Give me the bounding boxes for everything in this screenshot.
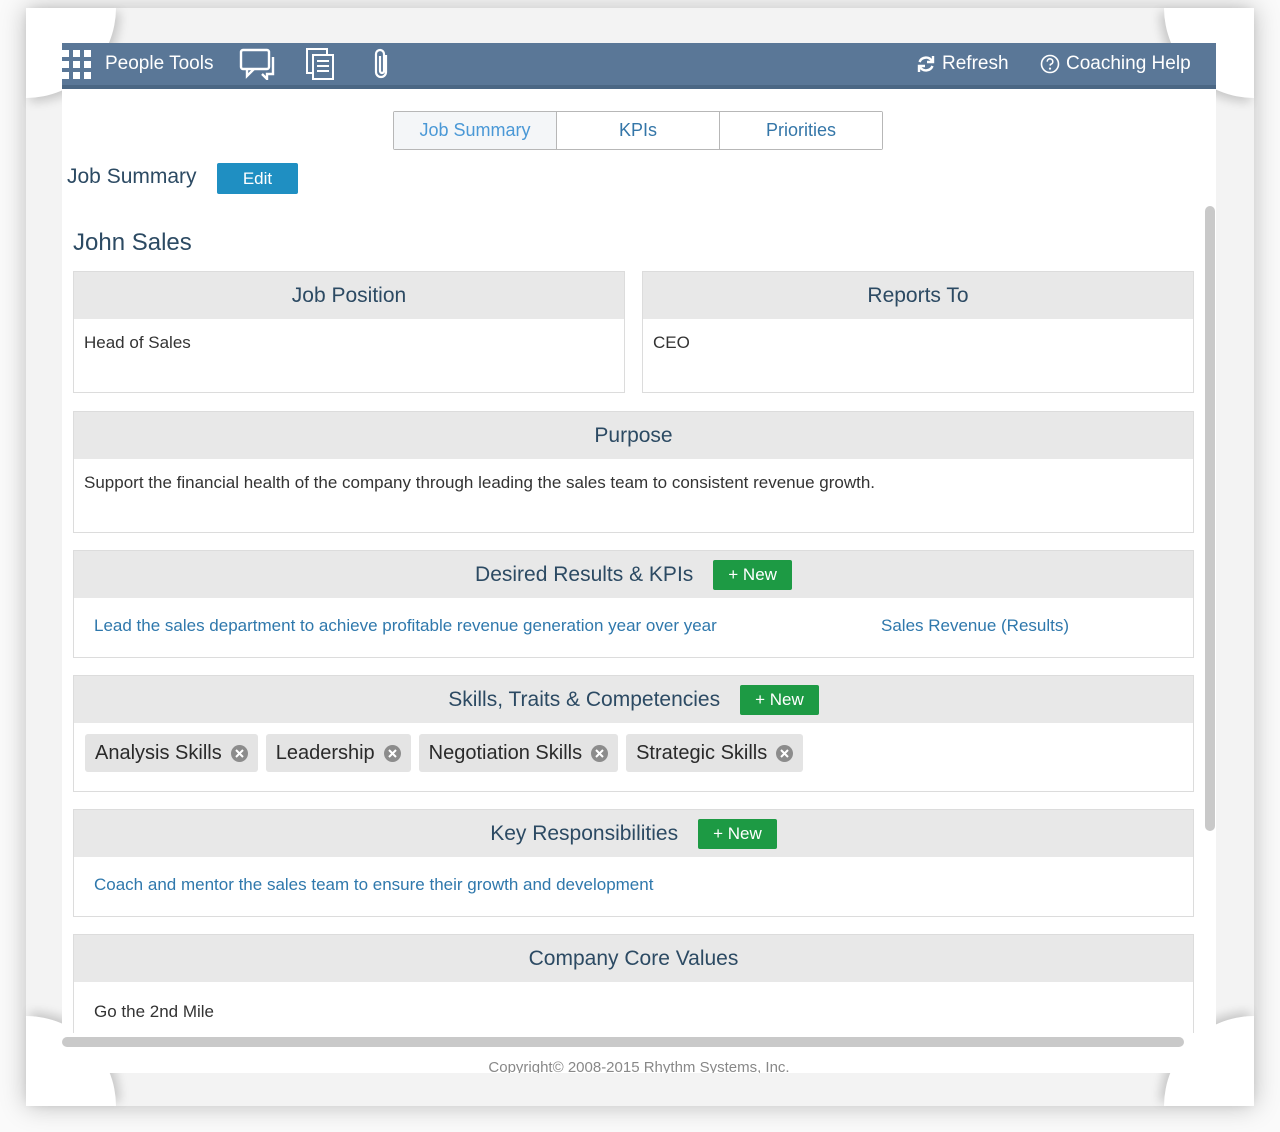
core-values-card: Company Core Values Go the 2nd Mile: [73, 934, 1194, 1033]
help-icon: [1040, 54, 1060, 74]
desired-result-link[interactable]: Lead the sales department to achieve pro…: [94, 616, 717, 636]
core-value-text: Go the 2nd Mile: [94, 1002, 215, 1021]
apps-grid-icon[interactable]: [62, 43, 94, 85]
skill-chip: Strategic Skills: [626, 734, 804, 772]
responsibilities-header: Key Responsibilities + New: [74, 810, 1193, 857]
remove-skill-icon[interactable]: [230, 744, 248, 762]
skill-label: Negotiation Skills: [428, 741, 583, 764]
remove-skill-icon[interactable]: [383, 744, 401, 762]
responsibilities-title: Key Responsibilities: [490, 821, 679, 845]
vertical-scrollbar[interactable]: [1205, 206, 1215, 831]
tab-job-summary[interactable]: Job Summary: [394, 112, 557, 149]
job-position-header: Job Position: [74, 272, 624, 319]
desired-result-row: Lead the sales department to achieve pro…: [74, 598, 1193, 654]
skill-chip: Leadership: [265, 734, 411, 772]
copyright-footer: Copyright© 2008-2015 Rhythm Systems, Inc…: [488, 1059, 790, 1073]
job-position-value: Head of Sales: [84, 333, 191, 352]
purpose-value: Support the financial health of the comp…: [84, 473, 875, 492]
responsibility-row: Coach and mentor the sales team to ensur…: [74, 857, 1193, 913]
skill-label: Strategic Skills: [636, 741, 768, 764]
new-skill-button[interactable]: + New: [740, 684, 819, 715]
app-window: People Tools Refresh Coaching Help Job S…: [62, 43, 1216, 1073]
desired-results-header: Desired Results & KPIs + New: [74, 551, 1193, 598]
purpose-header: Purpose: [74, 412, 1193, 459]
responsibility-link[interactable]: Coach and mentor the sales team to ensur…: [94, 875, 653, 895]
skill-label: Leadership: [275, 741, 375, 764]
skills-card: Skills, Traits & Competencies + New Anal…: [73, 675, 1194, 792]
skill-label: Analysis Skills: [95, 741, 222, 764]
tab-kpis[interactable]: KPIs: [557, 112, 720, 149]
page-title: Job Summary: [67, 165, 197, 188]
refresh-icon: [917, 56, 935, 72]
reports-to-header: Reports To: [643, 272, 1193, 319]
edit-button[interactable]: Edit: [217, 163, 298, 194]
remove-skill-icon[interactable]: [776, 744, 794, 762]
desired-results-card: Desired Results & KPIs + New Lead the sa…: [73, 550, 1194, 658]
core-values-header: Company Core Values: [74, 935, 1193, 982]
new-desired-result-button[interactable]: + New: [713, 559, 792, 590]
skills-title: Skills, Traits & Competencies: [448, 687, 721, 711]
horizontal-scrollbar[interactable]: [62, 1037, 1184, 1047]
new-responsibility-button[interactable]: + New: [698, 818, 777, 849]
remove-skill-icon[interactable]: [591, 744, 609, 762]
refresh-button[interactable]: Refresh: [916, 43, 1009, 85]
skill-chip: Analysis Skills: [85, 734, 258, 772]
purpose-card: Purpose Support the financial health of …: [73, 411, 1194, 533]
job-position-card: Job Position Head of Sales: [73, 271, 625, 393]
skills-header: Skills, Traits & Competencies + New: [74, 676, 1193, 723]
coaching-help-label: Coaching Help: [1066, 53, 1191, 74]
reports-to-value: CEO: [653, 333, 690, 352]
reports-to-card: Reports To CEO: [642, 271, 1194, 393]
desired-results-title: Desired Results & KPIs: [475, 562, 694, 586]
skills-list: Analysis Skills Leadership Negotiation S…: [74, 723, 1193, 783]
tab-priorities[interactable]: Priorities: [720, 112, 882, 149]
documents-icon[interactable]: [301, 43, 341, 85]
job-summary-panel: John Sales Job Position Head of Sales Re…: [62, 203, 1202, 1033]
core-value-row: Go the 2nd Mile: [74, 982, 1193, 1033]
top-navbar: People Tools Refresh Coaching Help: [62, 43, 1216, 89]
coaching-help-button[interactable]: Coaching Help: [1040, 43, 1191, 85]
chat-icon[interactable]: [238, 43, 278, 85]
paperclip-icon[interactable]: [362, 43, 402, 85]
kpi-link[interactable]: Sales Revenue (Results): [881, 616, 1173, 636]
skill-chip: Negotiation Skills: [418, 734, 619, 772]
tab-bar: Job Summary KPIs Priorities: [393, 111, 883, 150]
responsibilities-card: Key Responsibilities + New Coach and men…: [73, 809, 1194, 917]
refresh-label: Refresh: [942, 53, 1009, 74]
person-name: John Sales: [73, 229, 192, 256]
people-tools-menu[interactable]: People Tools: [105, 43, 213, 85]
